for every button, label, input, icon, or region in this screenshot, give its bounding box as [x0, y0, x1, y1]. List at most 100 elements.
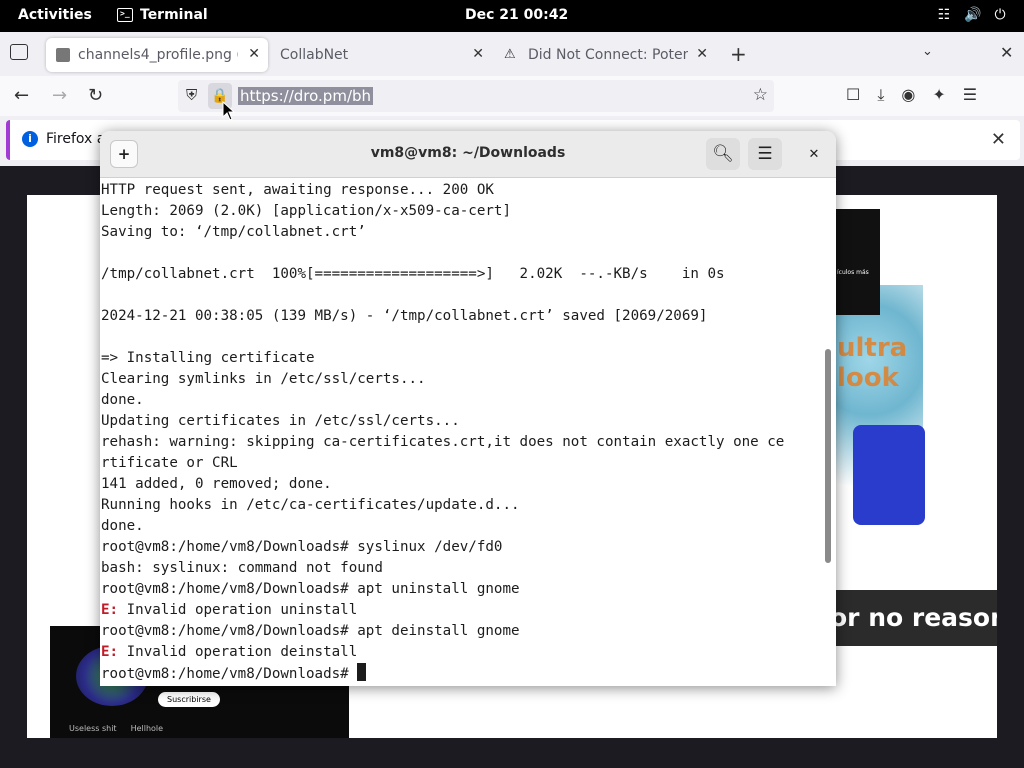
activities-button[interactable]: Activities: [18, 7, 92, 23]
extensions-icon[interactable]: ✦: [932, 85, 945, 105]
terminal-line: Saving to: ‘/tmp/collabnet.crt’: [101, 222, 821, 243]
terminal-line-text: HTTP request sent, awaiting response... …: [101, 182, 494, 198]
terminal-line: Length: 2069 (2.0K) [application/x-x509-…: [101, 201, 821, 222]
info-icon: i: [22, 131, 38, 147]
terminal-icon: >_: [117, 8, 133, 22]
account-icon[interactable]: ◉: [901, 85, 915, 105]
tab-collabnet[interactable]: CollabNet ✕: [270, 38, 492, 72]
gnome-top-bar: Activities >_ Terminal Dec 21 00:42 ☷ 🔊 …: [0, 0, 1024, 32]
tab-label: Did Not Connect: Potenti: [528, 47, 688, 63]
tab-did-not-connect[interactable]: ⚠ Did Not Connect: Potenti ✕: [494, 38, 716, 72]
figure-legs: [853, 425, 925, 525]
tab-label: CollabNet: [280, 47, 349, 63]
url-bar[interactable]: ⛨ 🔒 https://dro.pm/bh ☆: [178, 80, 774, 112]
banner-text: or no reason: [830, 590, 997, 646]
dark-image-block: ículos más: [835, 209, 880, 315]
terminal-window: + vm8@vm8: ~/Downloads 🔍︎ ☰ ✕ HTTP reque…: [100, 131, 836, 686]
app-name: Terminal: [140, 7, 208, 23]
terminal-line-text: root@vm8:/home/vm8/Downloads# syslinux /…: [101, 539, 503, 555]
terminal-line: done.: [101, 516, 821, 537]
terminal-line: bash: syslinux: command not found: [101, 558, 821, 579]
terminal-line: 2024-12-21 00:38:05 (139 MB/s) - ‘/tmp/c…: [101, 306, 821, 327]
network-icon[interactable]: ☷: [936, 7, 952, 23]
url-text[interactable]: https://dro.pm/bh: [238, 87, 374, 105]
power-icon[interactable]: ⏻: [992, 7, 1008, 23]
terminal-line: root@vm8:/home/vm8/Downloads# syslinux /…: [101, 537, 821, 558]
close-icon[interactable]: ✕: [802, 143, 826, 167]
new-tab-button[interactable]: +: [730, 42, 747, 66]
image-caption: ículos más: [837, 269, 869, 276]
terminal-line: HTTP request sent, awaiting response... …: [101, 180, 821, 201]
channel-link[interactable]: Hellhole: [131, 724, 164, 733]
close-tab-icon[interactable]: ✕: [472, 46, 484, 62]
terminal-line: => Installing certificate: [101, 348, 821, 369]
navigation-bar: ← → ↻ ⛨ 🔒 https://dro.pm/bh ☆ ☐ ⤓ ◉ ✦ ☰: [0, 76, 1024, 116]
close-notification-icon[interactable]: ✕: [991, 129, 1006, 150]
tab-bar: channels4_profile.png (P ✕ CollabNet ✕ ⚠…: [0, 32, 1024, 76]
terminal-line: /tmp/collabnet.crt 100%[================…: [101, 264, 821, 285]
reload-icon[interactable]: ↻: [88, 85, 103, 106]
terminal-line: rehash: warning: skipping ca-certificate…: [101, 432, 821, 453]
new-tab-icon[interactable]: +: [110, 140, 138, 168]
scrollbar[interactable]: [822, 180, 834, 686]
terminal-line: 141 added, 0 removed; done.: [101, 474, 821, 495]
channel-links: Useless shit Hellhole: [69, 724, 163, 733]
download-icon[interactable]: ⤓: [877, 85, 884, 105]
forward-icon[interactable]: →: [52, 85, 67, 106]
terminal-line-text: => Installing certificate: [101, 350, 315, 366]
search-icon[interactable]: 🔍︎: [706, 138, 740, 170]
close-window-icon[interactable]: ✕: [1000, 43, 1013, 62]
close-tab-icon[interactable]: ✕: [248, 46, 260, 62]
terminal-line: E: Invalid operation uninstall: [101, 600, 821, 621]
terminal-line-text: Running hooks in /etc/ca-certificates/up…: [101, 497, 520, 513]
terminal-line-text: Invalid operation uninstall: [118, 602, 358, 618]
terminal-line-text: root@vm8:/home/vm8/Downloads#: [101, 666, 358, 682]
hamburger-menu-icon[interactable]: ☰: [748, 138, 782, 170]
system-tray[interactable]: ☷ 🔊 ⏻: [936, 7, 1008, 23]
terminal-line: done.: [101, 390, 821, 411]
app-menu[interactable]: >_ Terminal: [117, 7, 208, 23]
clock[interactable]: Dec 21 00:42: [465, 7, 568, 23]
toolbar-icons: ☐ ⤓ ◉ ✦ ☰: [846, 85, 977, 105]
terminal-line-text: 2024-12-21 00:38:05 (139 MB/s) - ‘/tmp/c…: [101, 308, 708, 324]
terminal-line: rtificate or CRL: [101, 453, 821, 474]
close-tab-icon[interactable]: ✕: [696, 46, 708, 62]
terminal-line: Running hooks in /etc/ca-certificates/up…: [101, 495, 821, 516]
terminal-output[interactable]: HTTP request sent, awaiting response... …: [101, 180, 821, 686]
terminal-line-text: done.: [101, 518, 144, 534]
terminal-line-text: root@vm8:/home/vm8/Downloads# apt uninst…: [101, 581, 520, 597]
terminal-line-text: Updating certificates in /etc/ssl/certs.…: [101, 413, 460, 429]
terminal-line-text: bash: syslinux: command not found: [101, 560, 383, 576]
terminal-line: root@vm8:/home/vm8/Downloads# apt deinst…: [101, 621, 821, 642]
tracking-shield-icon[interactable]: ⛨: [186, 86, 197, 104]
image-favicon-icon: [56, 48, 70, 62]
terminal-headerbar[interactable]: + vm8@vm8: ~/Downloads 🔍︎ ☰ ✕: [100, 131, 836, 178]
subscribe-button[interactable]: Suscribirse: [158, 692, 220, 707]
chevron-down-icon[interactable]: ⌄: [922, 44, 933, 59]
error-prefix: E:: [101, 644, 119, 660]
terminal-line: Clearing symlinks in /etc/ssl/certs...: [101, 369, 821, 390]
menu-icon[interactable]: ☰: [963, 85, 977, 105]
terminal-line-text: rehash: warning: skipping ca-certificate…: [101, 434, 785, 450]
volume-icon[interactable]: 🔊: [964, 7, 981, 23]
terminal-line-text: 141 added, 0 removed; done.: [101, 476, 332, 492]
error-prefix: E:: [101, 602, 119, 618]
figure-text: ultra look: [837, 333, 908, 393]
terminal-line-text: Saving to: ‘/tmp/collabnet.crt’: [101, 224, 366, 240]
warning-icon: ⚠: [504, 47, 516, 62]
bookmark-star-icon[interactable]: ☆: [753, 85, 768, 105]
channel-link[interactable]: Useless shit: [69, 724, 117, 733]
terminal-line-text: root@vm8:/home/vm8/Downloads# apt deinst…: [101, 623, 520, 639]
tab-list-icon[interactable]: [10, 44, 28, 60]
terminal-line-text: Invalid operation deinstall: [118, 644, 358, 660]
terminal-line-text: done.: [101, 392, 144, 408]
terminal-line-text: rtificate or CRL: [101, 455, 238, 471]
pocket-icon[interactable]: ☐: [846, 85, 860, 105]
terminal-line: root@vm8:/home/vm8/Downloads#: [101, 663, 821, 684]
terminal-cursor: [357, 663, 367, 681]
scrollbar-thumb[interactable]: [825, 349, 831, 563]
tab-channels-profile[interactable]: channels4_profile.png (P ✕: [46, 38, 268, 72]
terminal-line: Updating certificates in /etc/ssl/certs.…: [101, 411, 821, 432]
back-icon[interactable]: ←: [14, 85, 29, 106]
